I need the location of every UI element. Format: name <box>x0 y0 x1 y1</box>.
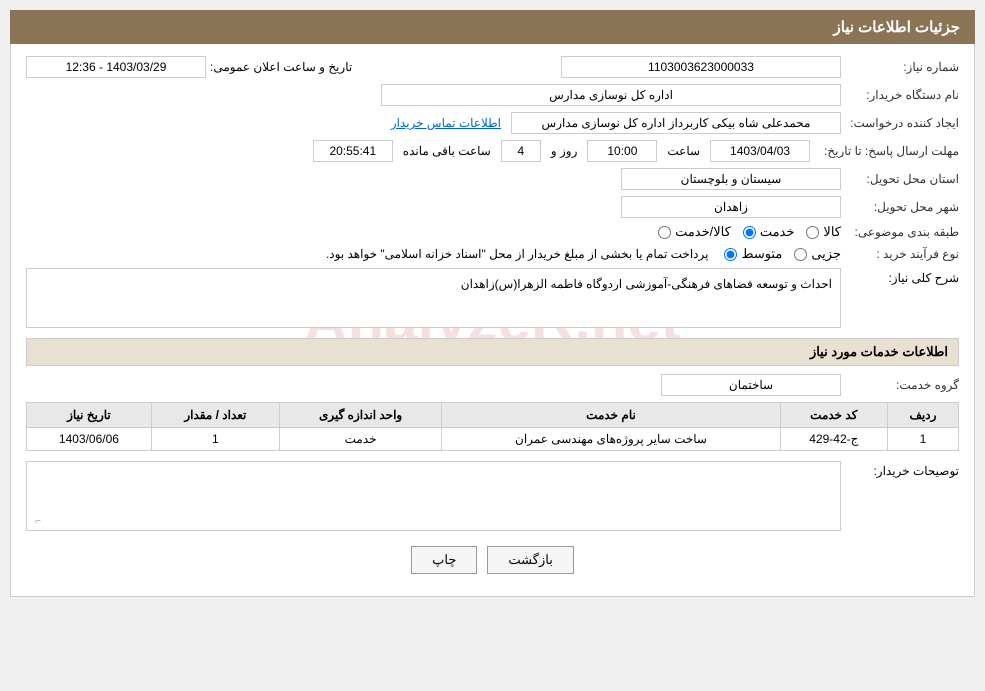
date-value: 1403/04/03 <box>710 140 810 162</box>
row-ejadKonande: ایجاد کننده درخواست: محمدعلی شاه بیکی کا… <box>26 112 959 134</box>
namDastgah-value: اداره کل نوسازی مدارس <box>381 84 841 106</box>
table-cell-5: 1403/06/06 <box>27 428 152 451</box>
table-cell-4: 1 <box>151 428 279 451</box>
tarikhe-aghlan-label: تاریخ و ساعت اعلان عمومی: <box>210 60 352 74</box>
contact-link[interactable]: اطلاعات تماس خریدار <box>391 116 501 130</box>
ejadKonande-label: ایجاد کننده درخواست: <box>849 116 959 130</box>
tabaqe-kala-khadamat-radio[interactable] <box>658 226 671 239</box>
ejadKonande-value: محمدعلی شاه بیکی کاربرداز اداره کل نوساز… <box>511 112 841 134</box>
page-container: جزئیات اطلاعات نیاز AnalyzeR.net شماره ن… <box>10 10 975 597</box>
row-tabaqe: طبقه بندی موضوعی: کالا خدمت کالا/خدمت <box>26 224 959 240</box>
sharhKoli-label: شرح کلی نیاز: <box>849 268 959 285</box>
rooz-value: 4 <box>501 140 541 162</box>
services-section-title: اطلاعات خدمات مورد نیاز <box>26 338 959 366</box>
saat-value: 10:00 <box>587 140 657 162</box>
noeFarayand-motevaset[interactable]: متوسط <box>724 246 782 262</box>
grohe-khadamat-value: ساختمان <box>661 374 841 396</box>
tabaqe-kala-khadamat-label: کالا/خدمت <box>675 224 731 240</box>
row-mohlat: مهلت ارسال پاسخ: تا تاریخ: 1403/04/03 سا… <box>26 140 959 162</box>
noeFarayand-motevaset-label: متوسط <box>741 246 782 262</box>
row-sharhKoli: شرح کلی نیاز: احداث و توسعه فضاهای فرهنگ… <box>26 268 959 328</box>
tabaqe-kala-khadamat[interactable]: کالا/خدمت <box>658 224 731 240</box>
page-title: جزئیات اطلاعات نیاز <box>10 10 975 44</box>
sharhKoli-value: احداث و توسعه فضاهای فرهنگی-آموزشی اردوگ… <box>26 268 841 328</box>
table-row: 1ج-42-429ساخت سایر پروژه‌های مهندسی عمرا… <box>27 428 959 451</box>
buttons-row: بازگشت چاپ <box>26 546 959 574</box>
row-namDastgah: نام دستگاه خریدار: اداره کل نوسازی مدارس <box>26 84 959 106</box>
tabaqe-khadamat-label: خدمت <box>760 224 795 240</box>
col-radif: ردیف <box>887 403 958 428</box>
print-button[interactable]: چاپ <box>411 546 477 574</box>
namDastgah-label: نام دستگاه خریدار: <box>849 88 959 102</box>
table-cell-1: ج-42-429 <box>780 428 887 451</box>
tabaqe-khadamat[interactable]: خدمت <box>743 224 795 240</box>
tosifat-content: ⌐ <box>26 461 841 531</box>
table-cell-0: 1 <box>887 428 958 451</box>
rooz-label: روز و <box>551 144 578 158</box>
col-tarikh: تاریخ نیاز <box>27 403 152 428</box>
saat-label: ساعت <box>667 144 700 158</box>
shahr-value: زاهدان <box>621 196 841 218</box>
baghimande-value: 20:55:41 <box>313 140 393 162</box>
noeFarayand-jozi-radio[interactable] <box>794 248 807 261</box>
row-shomareNiaz: شماره نیاز: 1103003623000033 تاریخ و ساع… <box>26 56 959 78</box>
col-kod: کد خدمت <box>780 403 887 428</box>
resize-handle: ⌐ <box>29 516 41 528</box>
tabaqe-kala[interactable]: کالا <box>806 224 841 240</box>
tabaqe-radio-group: کالا خدمت کالا/خدمت <box>658 224 841 240</box>
tarikhe-aghlan-value: 1403/03/29 - 12:36 <box>26 56 206 78</box>
services-table: ردیف کد خدمت نام خدمت واحد اندازه گیری ت… <box>26 402 959 451</box>
col-nam: نام خدمت <box>442 403 780 428</box>
row-ostan: استان محل تحویل: سیستان و بلوچستان <box>26 168 959 190</box>
noeFarayand-jozi-label: جزیی <box>811 246 841 262</box>
noeFarayand-label: نوع فرآیند خرید : <box>849 247 959 261</box>
noeFarayand-jozi[interactable]: جزیی <box>794 246 841 262</box>
shomareNiaz-value: 1103003623000033 <box>561 56 841 78</box>
tosifat-box[interactable]: ⌐ <box>26 461 841 531</box>
mohlat-label: مهلت ارسال پاسخ: تا تاریخ: <box>824 144 959 158</box>
content-area: AnalyzeR.net شماره نیاز: 110300362300003… <box>10 44 975 597</box>
tabaqe-kala-radio[interactable] <box>806 226 819 239</box>
form-section: شماره نیاز: 1103003623000033 تاریخ و ساع… <box>26 56 959 574</box>
back-button[interactable]: بازگشت <box>487 546 573 574</box>
sharhKoli-content: احداث و توسعه فضاهای فرهنگی-آموزشی اردوگ… <box>26 268 841 328</box>
noeFarayand-radio-group: جزیی متوسط پرداخت تمام یا بخشی از مبلغ خ… <box>322 246 841 262</box>
grohe-khadamat-label: گروه خدمت: <box>849 378 959 392</box>
tabaqe-khadamat-radio[interactable] <box>743 226 756 239</box>
ostan-value: سیستان و بلوچستان <box>621 168 841 190</box>
shahr-label: شهر محل تحویل: <box>849 200 959 214</box>
shomareNiaz-label: شماره نیاز: <box>849 60 959 74</box>
table-cell-2: ساخت سایر پروژه‌های مهندسی عمران <box>442 428 780 451</box>
tabaqe-kala-label: کالا <box>823 224 841 240</box>
baghimande-label: ساعت باقی مانده <box>403 144 491 158</box>
row-shahr: شهر محل تحویل: زاهدان <box>26 196 959 218</box>
col-vahed: واحد اندازه گیری <box>279 403 441 428</box>
ostan-label: استان محل تحویل: <box>849 172 959 186</box>
col-tedad: تعداد / مقدار <box>151 403 279 428</box>
row-noeFarayand: نوع فرآیند خرید : جزیی متوسط پرداخت تمام… <box>26 246 959 262</box>
row-grohe-khadamat: گروه خدمت: ساختمان <box>26 374 959 396</box>
header-title: جزئیات اطلاعات نیاز <box>834 19 961 36</box>
table-cell-3: خدمت <box>279 428 441 451</box>
noeFarayand-motevaset-radio[interactable] <box>724 248 737 261</box>
tabaqe-label: طبقه بندی موضوعی: <box>849 225 959 239</box>
row-tosifat: توصیحات خریدار: ⌐ <box>26 461 959 531</box>
noeFarayand-desc: پرداخت تمام یا بخشی از مبلغ خریدار از مح… <box>326 247 709 261</box>
tosifat-label: توصیحات خریدار: <box>849 461 959 478</box>
